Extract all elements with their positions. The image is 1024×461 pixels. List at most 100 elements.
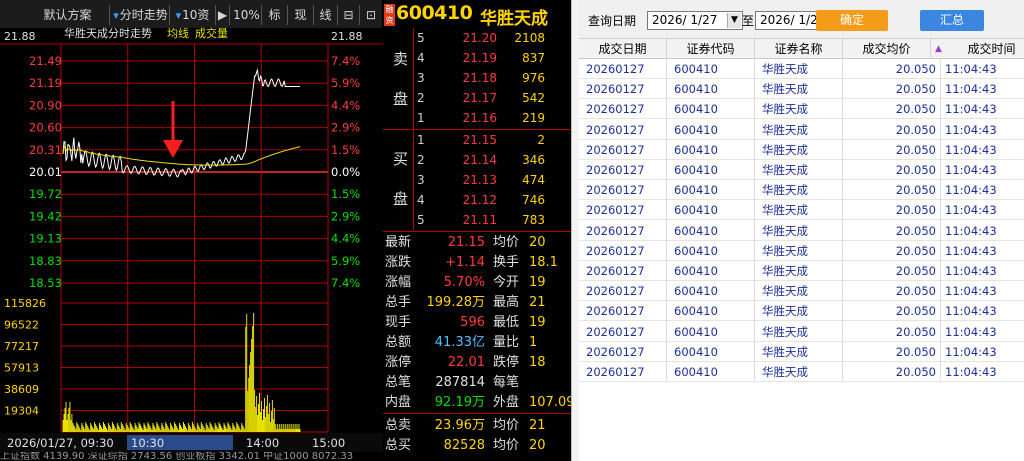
cell-avg-price: 20.050 [895,344,936,359]
cell-avg-price: 20.050 [895,223,936,238]
table-row[interactable]: 20260127 600410 华胜天成 20.050 11:04:43 [579,200,1024,221]
quote-label: 换手 [493,255,520,270]
cell-avg-price: 20.050 [895,203,936,218]
bid-row[interactable]: 3 21.13 474 [383,170,571,190]
quote-row: 总额 41.33亿 量比 1 [383,332,571,354]
volume-tick: 77217 [4,340,39,353]
table-row[interactable]: 20260127 600410 华胜天成 20.050 11:04:43 [579,99,1024,120]
col-security-code[interactable]: 证券代码 [667,39,755,59]
date-from-picker[interactable]: 2026/ 1/27 ▼ [647,11,743,30]
col-avg-price[interactable]: 成交均价 [843,39,931,59]
table-row[interactable]: 20260127 600410 华胜天成 20.050 11:04:43 [579,342,1024,362]
ask-volume: 2108 [514,31,545,45]
bid-side-label-2: 盘 [393,190,409,208]
ask-row[interactable]: 2 21.17 542 [383,88,571,108]
cell-avg-price: 20.050 [895,122,936,137]
quote-label: 现手 [385,315,412,330]
query-bar: 查询日期 2026/ 1/27 ▼ 至 2026/ 1/27 ▼ 确定 汇总 [579,0,1024,38]
cell-trade-date: 20260127 [586,82,645,97]
percent-tick: 0.0% [331,165,360,179]
col-trade-time[interactable]: ▲ 成交时间 [931,39,1024,59]
table-row[interactable]: 20260127 600410 华胜天成 20.050 11:04:43 [579,322,1024,342]
intraday-chart[interactable]: 21.88 21.88 华胜天成分时走势 均线 成交量 21.49 7.4% 21.19 5.9… [0,0,383,461]
percent-tick: 2.9% [331,121,360,135]
table-row[interactable]: 20260127 600410 华胜天成 20.050 11:04:43 [579,261,1024,281]
col-divider [754,59,755,381]
table-row[interactable]: 20260127 600410 华胜天成 20.050 11:04:43 [579,301,1024,322]
quote-label: 最新 [385,235,412,250]
quote-label: 每笔 [493,375,520,390]
cell-trade-time: 11:04:43 [945,284,997,299]
bid-price: 21.14 [462,153,497,167]
price-tick: 18.53 [29,276,62,290]
table-row[interactable]: 20260127 600410 华胜天成 20.050 11:04:43 [579,241,1024,261]
table-row[interactable]: 20260127 600410 华胜天成 20.050 11:04:43 [579,362,1024,382]
table-row[interactable]: 20260127 600410 华胜天成 20.050 11:04:43 [579,281,1024,302]
bid-row[interactable]: 5 21.11 783 [383,210,571,230]
summary-button[interactable]: 汇总 [920,10,984,31]
percent-tick: 1.5% [331,187,360,201]
price-tick: 20.90 [29,98,62,112]
cell-trade-date: 20260127 [586,203,645,218]
table-row[interactable]: 20260127 600410 华胜天成 20.050 11:04:43 [579,59,1024,79]
ask-row[interactable]: 5 21.20 2108 [383,28,571,48]
quote-value: 21 [529,295,546,310]
ask-price: 21.16 [462,111,497,125]
quote-value: +1.14 [445,255,485,270]
cell-security-code: 600410 [674,365,718,379]
price-tick: 20.31 [29,143,62,157]
quote-value: 107.09 [529,395,571,410]
table-row[interactable]: 20260127 600410 华胜天成 20.050 11:04:43 [579,160,1024,180]
price-tick: 19.13 [29,232,62,246]
quote-value: 18.1 [529,255,558,270]
table-row[interactable]: 20260127 600410 华胜天成 20.050 11:04:43 [579,221,1024,241]
quote-label: 总笔 [385,375,412,390]
table-row[interactable]: 20260127 600410 华胜天成 20.050 11:04:43 [579,120,1024,140]
panel-splitter[interactable] [571,0,579,461]
cell-security-name: 华胜天成 [762,142,808,157]
ask-row[interactable]: 4 21.19 837 [383,48,571,68]
bid-row[interactable]: 1 21.15 2 [383,130,571,150]
ask-volume: 837 [522,51,545,65]
table-row[interactable]: 20260127 600410 华胜天成 20.050 11:04:43 [579,180,1024,201]
quote-value: 92.19万 [434,395,485,410]
percent-tick: 2.9% [331,209,360,223]
bid-row[interactable]: 2 21.14 346 [383,150,571,170]
cell-trade-date: 20260127 [586,183,645,198]
sort-asc-icon: ▲ [935,44,942,54]
cell-trade-time: 11:04:43 [945,223,997,238]
quote-value: 21.15 [447,235,485,250]
col-security-name[interactable]: 证券名称 [755,39,843,59]
col-trade-date[interactable]: 成交日期 [579,39,667,59]
top-right-price: 21.88 [331,30,363,43]
quote-row: 总手 199.28万 最高 21 [383,292,571,314]
cell-avg-price: 20.050 [895,183,936,198]
confirm-button[interactable]: 确定 [816,10,888,31]
col-divider [842,59,843,381]
cell-security-code: 600410 [674,324,718,339]
percent-tick: 4.4% [331,98,360,112]
table-empty-area [579,381,1024,461]
cell-trade-time: 11:04:43 [945,304,997,319]
to-label: 至 [742,14,755,28]
cell-trade-date: 20260127 [586,304,645,319]
cell-security-code: 600410 [674,183,718,198]
bid-level: 4 [417,193,425,207]
percent-tick: 5.9% [331,76,360,90]
table-row[interactable]: 20260127 600410 华胜天成 20.050 11:04:43 [579,140,1024,160]
ask-row[interactable]: 1 21.16 219 [383,108,571,128]
price-tick: 21.19 [29,76,62,90]
bid-price: 21.15 [462,133,497,147]
calendar-dropdown-icon[interactable]: ▼ [727,13,741,28]
cell-avg-price: 20.050 [895,264,936,278]
bid-row[interactable]: 4 21.12 746 [383,190,571,210]
quote-row: 总笔 287814 每笔 [383,372,571,394]
cell-security-name: 华胜天成 [762,304,808,319]
ask-row[interactable]: 3 21.18 976 [383,68,571,88]
cell-trade-time: 11:04:43 [945,163,997,177]
cell-trade-time: 11:04:43 [945,122,997,137]
table-row[interactable]: 20260127 600410 华胜天成 20.050 11:04:43 [579,79,1024,100]
bid-volume: 474 [522,173,545,187]
cell-security-name: 华胜天成 [762,122,808,137]
cell-trade-time: 11:04:43 [945,243,997,258]
